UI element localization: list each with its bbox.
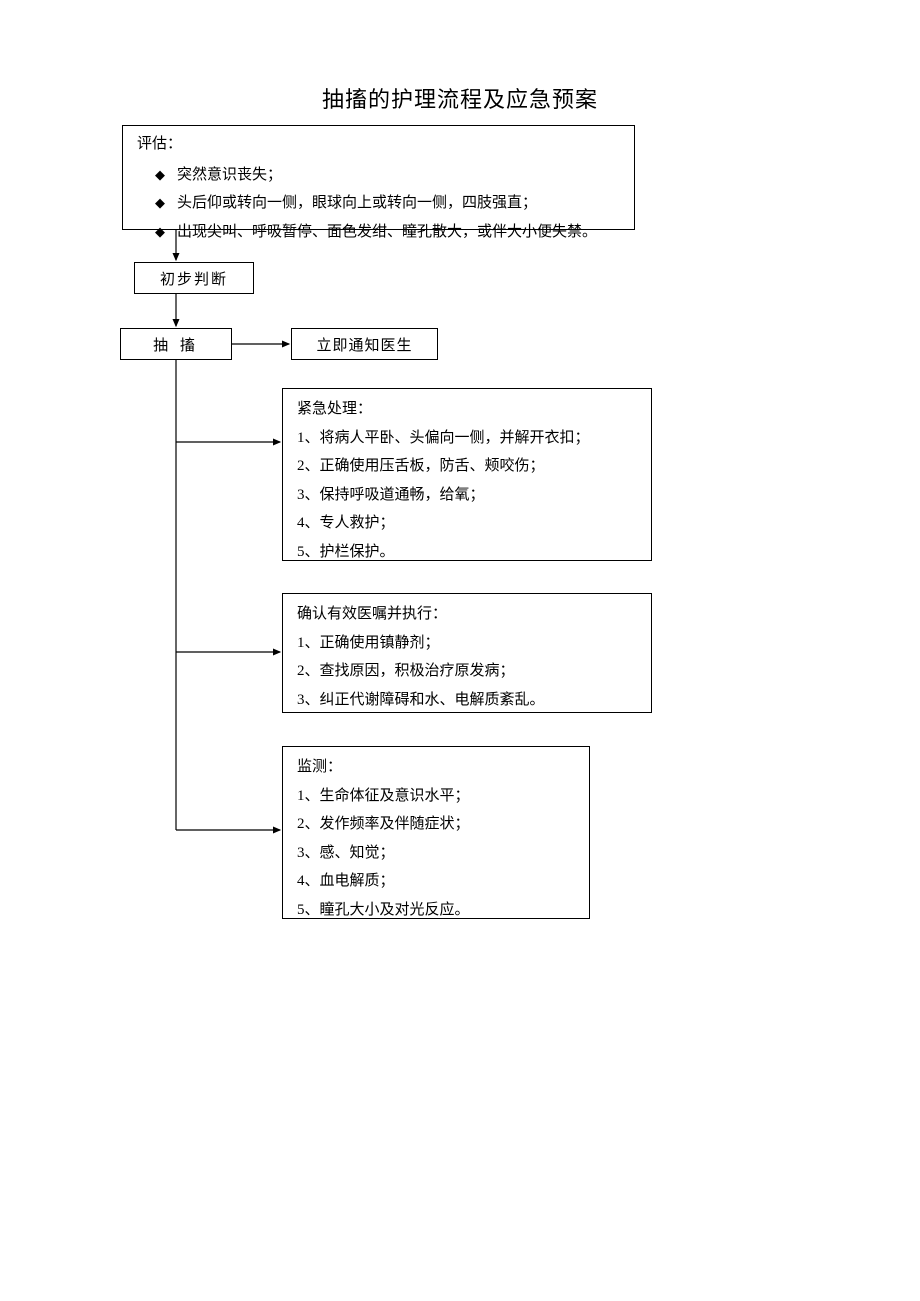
monitor-item: 2、发作频率及伴随症状；	[297, 810, 575, 839]
box-emergency: 紧急处理： 1、将病人平卧、头偏向一侧，并解开衣扣； 2、正确使用压舌板，防舌、…	[282, 388, 652, 561]
orders-item: 1、正确使用镇静剂；	[297, 629, 637, 658]
box-orders: 确认有效医嘱并执行： 1、正确使用镇静剂； 2、查找原因，积极治疗原发病； 3、…	[282, 593, 652, 713]
orders-label: 确认有效医嘱并执行：	[297, 600, 637, 629]
emergency-item: 2、正确使用压舌板，防舌、颊咬伤；	[297, 452, 637, 481]
emergency-label: 紧急处理：	[297, 395, 637, 424]
assessment-item: 头后仰或转向一侧，眼球向上或转向一侧，四肢强直；	[155, 189, 620, 218]
monitor-item: 1、生命体征及意识水平；	[297, 782, 575, 811]
emergency-item: 4、专人救护；	[297, 509, 637, 538]
monitor-item: 5、瞳孔大小及对光反应。	[297, 896, 575, 925]
box-seizure: 抽 搐	[120, 328, 232, 360]
assessment-item: 出现尖叫、呼吸暂停、面色发绀、瞳孔散大，或伴大小便失禁。	[155, 218, 620, 247]
page-title: 抽搐的护理流程及应急预案	[0, 82, 920, 114]
monitor-item: 3、感、知觉；	[297, 839, 575, 868]
monitor-item: 4、血电解质；	[297, 867, 575, 896]
box-judgment: 初步判断	[134, 262, 254, 294]
emergency-item: 3、保持呼吸道通畅，给氧；	[297, 481, 637, 510]
assessment-label: 评估：	[137, 130, 620, 159]
monitor-label: 监测：	[297, 753, 575, 782]
emergency-item: 1、将病人平卧、头偏向一侧，并解开衣扣；	[297, 424, 637, 453]
emergency-item: 5、护栏保护。	[297, 538, 637, 567]
box-monitor: 监测： 1、生命体征及意识水平； 2、发作频率及伴随症状； 3、感、知觉； 4、…	[282, 746, 590, 919]
box-assessment: 评估： 突然意识丧失； 头后仰或转向一侧，眼球向上或转向一侧，四肢强直； 出现尖…	[122, 125, 635, 230]
assessment-item: 突然意识丧失；	[155, 161, 620, 190]
orders-item: 3、纠正代谢障碍和水、电解质紊乱。	[297, 686, 637, 715]
box-notify-doctor: 立即通知医生	[291, 328, 438, 360]
orders-item: 2、查找原因，积极治疗原发病；	[297, 657, 637, 686]
